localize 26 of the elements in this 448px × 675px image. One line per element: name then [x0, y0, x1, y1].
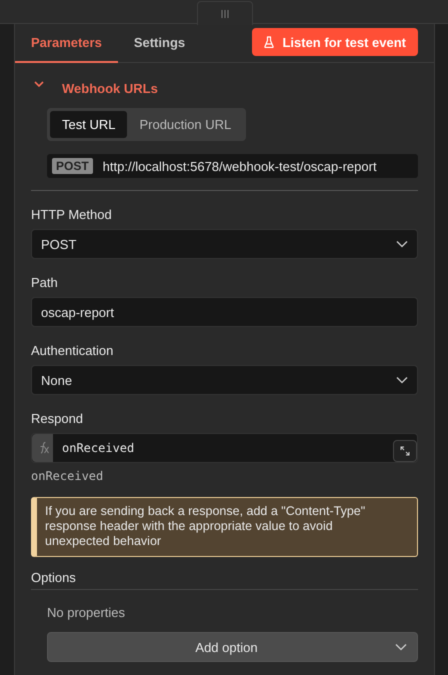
field-label: Path: [31, 275, 59, 290]
url-tab[interactable]: Production URL: [127, 111, 244, 138]
field-label: HTTP Method: [31, 207, 113, 222]
select-field[interactable]: None: [31, 365, 418, 395]
warning-notice: If you are sending back a response, add a "Content-Type" response header with the appropriate value to avoid unexpected behavior: [31, 497, 418, 557]
chevron-icon: [395, 643, 407, 651]
add-option-button[interactable]: Add option: [47, 632, 418, 662]
chevron-icon: [396, 376, 408, 384]
expression-result: onReceived: [31, 469, 104, 483]
flask-icon: [264, 36, 274, 48]
url-text: http://localhost:5678/webhook-test/oscap-report: [102, 158, 377, 174]
tab[interactable]: Parameters: [15, 24, 118, 63]
empty-message: No properties: [47, 605, 126, 620]
method-badge: POST: [52, 158, 93, 174]
url-display[interactable]: POST http://localhost:5678/webhook-test/oscap-report: [47, 154, 418, 178]
field-label: Authentication: [31, 343, 114, 358]
tab[interactable]: Settings: [118, 24, 202, 63]
chevron-icon: [396, 240, 408, 248]
grip-icon: [221, 10, 229, 18]
input-field[interactable]: oscap-report: [31, 297, 418, 327]
drag-handle[interactable]: [197, 1, 253, 25]
section-toggle[interactable]: Webhook URLs: [31, 80, 418, 96]
select-field[interactable]: POST: [31, 229, 418, 259]
field-label: Respond: [31, 411, 84, 426]
section-title: Options: [31, 570, 418, 590]
url-tab[interactable]: Test URL: [50, 111, 128, 138]
